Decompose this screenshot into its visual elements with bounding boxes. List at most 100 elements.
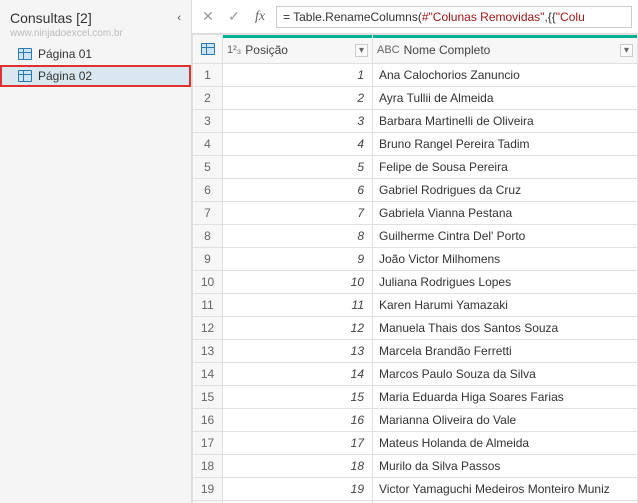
row-number: 3: [193, 110, 223, 133]
table-row[interactable]: 1515Maria Eduarda Higa Soares Farias: [193, 386, 638, 409]
cell-nome[interactable]: Gabriela Vianna Pestana: [373, 202, 638, 225]
data-grid-wrap: 1²₃ Posição ▾ ABC Nome Completo ▾ 11: [192, 34, 638, 503]
column-name: Posição: [245, 43, 351, 57]
row-number: 15: [193, 386, 223, 409]
cell-nome[interactable]: Marianna Oliveira do Vale: [373, 409, 638, 432]
cell-nome[interactable]: Ana Calochorios Zanuncio: [373, 64, 638, 87]
cell-posicao[interactable]: 8: [223, 225, 373, 248]
cell-nome[interactable]: Bruno Rangel Pereira Tadim: [373, 133, 638, 156]
collapse-icon[interactable]: ‹: [177, 12, 181, 24]
cell-posicao[interactable]: 18: [223, 455, 373, 478]
cell-posicao[interactable]: 16: [223, 409, 373, 432]
cell-nome[interactable]: Victor Yamaguchi Medeiros Monteiro Muniz: [373, 478, 638, 501]
sidebar-title: Consultas [2]: [10, 10, 92, 26]
table-row[interactable]: 22Ayra Tullii de Almeida: [193, 87, 638, 110]
cell-posicao[interactable]: 12: [223, 317, 373, 340]
main-pane: ✕ ✓ fx = Table.RenameColumns( #"Colunas …: [192, 0, 638, 503]
corner-cell[interactable]: [193, 35, 223, 64]
formula-bar: ✕ ✓ fx = Table.RenameColumns( #"Colunas …: [192, 0, 638, 34]
cell-posicao[interactable]: 11: [223, 294, 373, 317]
row-number: 11: [193, 294, 223, 317]
cell-nome[interactable]: Barbara Martinelli de Oliveira: [373, 110, 638, 133]
cell-posicao[interactable]: 19: [223, 478, 373, 501]
table-row[interactable]: 44Bruno Rangel Pereira Tadim: [193, 133, 638, 156]
row-number: 6: [193, 179, 223, 202]
table-row[interactable]: 66Gabriel Rodrigues da Cruz: [193, 179, 638, 202]
query-item-pagina-01[interactable]: Página 01: [0, 43, 191, 65]
cell-nome[interactable]: Ayra Tullii de Almeida: [373, 87, 638, 110]
formula-text-quoted: #"Colunas Removidas": [422, 10, 545, 24]
table-row[interactable]: 1212Manuela Thais dos Santos Souza: [193, 317, 638, 340]
cell-posicao[interactable]: 3: [223, 110, 373, 133]
cell-nome[interactable]: Manuela Thais dos Santos Souza: [373, 317, 638, 340]
cell-posicao[interactable]: 13: [223, 340, 373, 363]
table-row[interactable]: 1010Juliana Rodrigues Lopes: [193, 271, 638, 294]
table-row[interactable]: 1414Marcos Paulo Souza da Silva: [193, 363, 638, 386]
cell-posicao[interactable]: 1: [223, 64, 373, 87]
cell-nome[interactable]: João Victor Milhomens: [373, 248, 638, 271]
cell-posicao[interactable]: 15: [223, 386, 373, 409]
cell-posicao[interactable]: 10: [223, 271, 373, 294]
fx-icon[interactable]: fx: [250, 7, 270, 27]
table-row[interactable]: 88Guilherme Cintra Del' Porto: [193, 225, 638, 248]
cell-nome[interactable]: Mateus Holanda de Almeida: [373, 432, 638, 455]
table-row[interactable]: 99João Victor Milhomens: [193, 248, 638, 271]
row-number: 19: [193, 478, 223, 501]
cell-posicao[interactable]: 7: [223, 202, 373, 225]
filter-dropdown-icon[interactable]: ▾: [620, 44, 633, 57]
row-number: 12: [193, 317, 223, 340]
cell-posicao[interactable]: 4: [223, 133, 373, 156]
table-icon: [18, 48, 32, 60]
cell-nome[interactable]: Marcos Paulo Souza da Silva: [373, 363, 638, 386]
queries-sidebar: Consultas [2] ‹ www.ninjadoexcel.com.br …: [0, 0, 192, 503]
table-row[interactable]: 1616Marianna Oliveira do Vale: [193, 409, 638, 432]
cell-posicao[interactable]: 17: [223, 432, 373, 455]
formula-input[interactable]: = Table.RenameColumns( #"Colunas Removid…: [276, 6, 632, 28]
row-number: 5: [193, 156, 223, 179]
formula-text-prefix: = Table.RenameColumns(: [283, 10, 422, 24]
row-number: 18: [193, 455, 223, 478]
row-number: 4: [193, 133, 223, 156]
table-row[interactable]: 1818Murilo da Silva Passos: [193, 455, 638, 478]
table-icon: [201, 43, 215, 55]
watermark: www.ninjadoexcel.com.br: [0, 28, 191, 39]
cell-nome[interactable]: Maria Eduarda Higa Soares Farias: [373, 386, 638, 409]
cell-nome[interactable]: Murilo da Silva Passos: [373, 455, 638, 478]
table-row[interactable]: 11Ana Calochorios Zanuncio: [193, 64, 638, 87]
cell-nome[interactable]: Marcela Brandão Ferretti: [373, 340, 638, 363]
table-icon: [18, 70, 32, 82]
cell-nome[interactable]: Guilherme Cintra Del' Porto: [373, 225, 638, 248]
cell-posicao[interactable]: 9: [223, 248, 373, 271]
row-number: 16: [193, 409, 223, 432]
table-row[interactable]: 1919Victor Yamaguchi Medeiros Monteiro M…: [193, 478, 638, 501]
cell-nome[interactable]: Juliana Rodrigues Lopes: [373, 271, 638, 294]
column-header-posicao[interactable]: 1²₃ Posição ▾: [223, 35, 373, 64]
cell-posicao[interactable]: 14: [223, 363, 373, 386]
row-number: 9: [193, 248, 223, 271]
formula-text-mid: ,{{: [544, 10, 555, 24]
row-number: 7: [193, 202, 223, 225]
query-list: Página 01 Página 02: [0, 43, 191, 87]
type-icon-text: ABC: [377, 44, 400, 56]
table-row[interactable]: 1313Marcela Brandão Ferretti: [193, 340, 638, 363]
filter-dropdown-icon[interactable]: ▾: [355, 44, 368, 57]
table-row[interactable]: 33Barbara Martinelli de Oliveira: [193, 110, 638, 133]
query-label: Página 01: [38, 47, 92, 61]
table-row[interactable]: 55Felipe de Sousa Pereira: [193, 156, 638, 179]
cancel-icon[interactable]: ✕: [198, 7, 218, 27]
column-header-nome[interactable]: ABC Nome Completo ▾: [373, 35, 638, 64]
confirm-icon[interactable]: ✓: [224, 7, 244, 27]
cell-posicao[interactable]: 2: [223, 87, 373, 110]
cell-posicao[interactable]: 5: [223, 156, 373, 179]
cell-nome[interactable]: Karen Harumi Yamazaki: [373, 294, 638, 317]
column-name: Nome Completo: [404, 43, 616, 57]
data-grid: 1²₃ Posição ▾ ABC Nome Completo ▾ 11: [192, 34, 638, 503]
cell-nome[interactable]: Felipe de Sousa Pereira: [373, 156, 638, 179]
table-row[interactable]: 1111Karen Harumi Yamazaki: [193, 294, 638, 317]
query-item-pagina-02[interactable]: Página 02: [0, 65, 191, 87]
cell-nome[interactable]: Gabriel Rodrigues da Cruz: [373, 179, 638, 202]
table-row[interactable]: 1717Mateus Holanda de Almeida: [193, 432, 638, 455]
table-row[interactable]: 77Gabriela Vianna Pestana: [193, 202, 638, 225]
row-number: 10: [193, 271, 223, 294]
cell-posicao[interactable]: 6: [223, 179, 373, 202]
